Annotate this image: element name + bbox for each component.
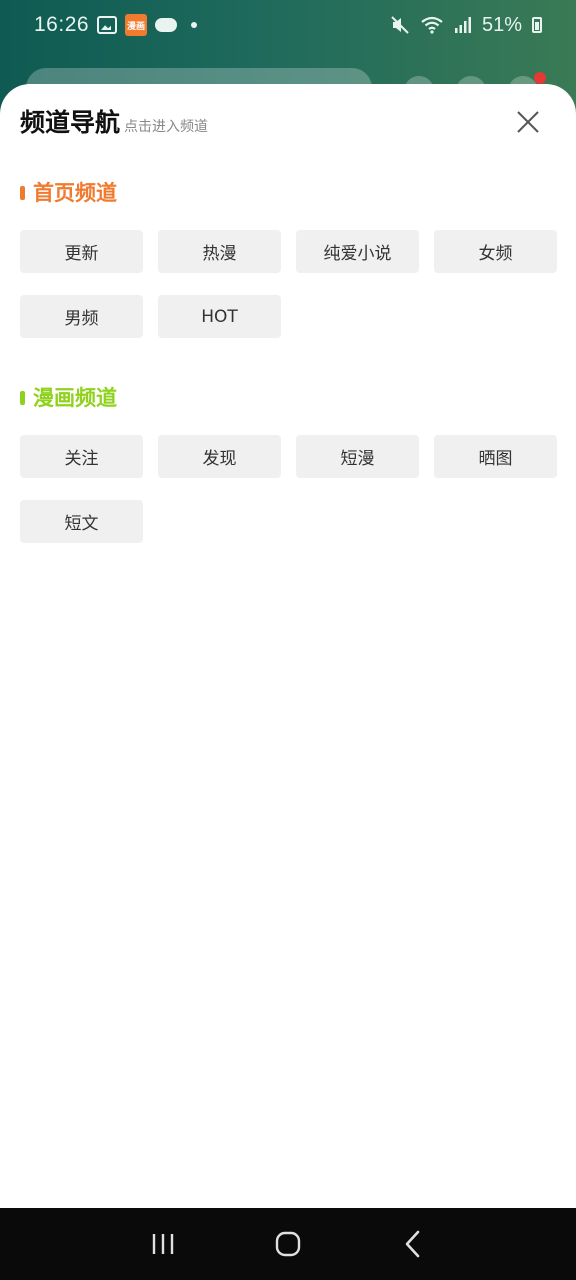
channel-grid: 更新 热漫 纯爱小说 女频 男频 HOT: [20, 230, 560, 338]
status-bar: 16:26 漫画 51%: [0, 0, 576, 50]
battery-icon: [532, 17, 542, 33]
channel-chip-share-pics[interactable]: 晒图: [434, 435, 557, 478]
channel-chip-discover[interactable]: 发现: [158, 435, 281, 478]
mute-icon: [391, 16, 409, 34]
system-navigation-bar: [0, 1208, 576, 1280]
app-notification-icon: 漫画: [125, 14, 148, 36]
recent-apps-icon: [152, 1234, 173, 1254]
sheet-title: 频道导航: [20, 108, 121, 137]
channel-navigation-sheet: 频道导航 点击进入频道 首页频道 更新 热漫 纯爱小说 女频 男频 HOT 漫画…: [0, 84, 576, 1208]
home-button[interactable]: [266, 1222, 310, 1266]
channel-chip-male[interactable]: 男频: [20, 295, 143, 338]
battery-percent: 51%: [481, 13, 522, 36]
channel-chip-follow[interactable]: 关注: [20, 435, 143, 478]
close-icon: [517, 111, 539, 133]
wifi-icon: [421, 16, 443, 34]
section-accent-bar: [20, 186, 25, 200]
gallery-notification-icon: [97, 16, 118, 34]
signal-icon: [454, 17, 471, 33]
section-home-channels: 首页频道 更新 热漫 纯爱小说 女频 男频 HOT: [20, 178, 560, 338]
section-header: 漫画频道: [20, 383, 560, 413]
channel-chip-hot[interactable]: HOT: [158, 295, 281, 338]
home-icon: [275, 1231, 301, 1257]
channel-grid: 关注 发现 短漫 晒图 短文: [20, 435, 560, 543]
channel-chip-female[interactable]: 女频: [434, 230, 557, 273]
more-notifications-dot: [191, 22, 198, 28]
channel-chip-short-text[interactable]: 短文: [20, 500, 143, 543]
channel-chip-romance-novel[interactable]: 纯爱小说: [296, 230, 419, 273]
close-button[interactable]: [510, 104, 546, 140]
recent-apps-button[interactable]: [141, 1222, 185, 1266]
section-accent-bar: [20, 391, 25, 405]
section-manga-channels: 漫画频道 关注 发现 短漫 晒图 短文: [20, 383, 560, 543]
section-title: 漫画频道: [33, 386, 117, 410]
section-title: 首页频道: [33, 181, 117, 205]
cloud-notification-icon: [155, 18, 178, 32]
back-button[interactable]: [391, 1222, 435, 1266]
channel-chip-short-manga[interactable]: 短漫: [296, 435, 419, 478]
section-header: 首页频道: [20, 178, 560, 208]
status-time: 16:26: [34, 13, 90, 36]
channel-chip-update[interactable]: 更新: [20, 230, 143, 273]
notification-badge: [534, 72, 546, 84]
sheet-subtitle: 点击进入频道: [124, 119, 209, 135]
channel-chip-hot-manga[interactable]: 热漫: [158, 230, 281, 273]
back-icon: [406, 1230, 420, 1258]
sheet-header: 频道导航 点击进入频道: [20, 108, 208, 138]
